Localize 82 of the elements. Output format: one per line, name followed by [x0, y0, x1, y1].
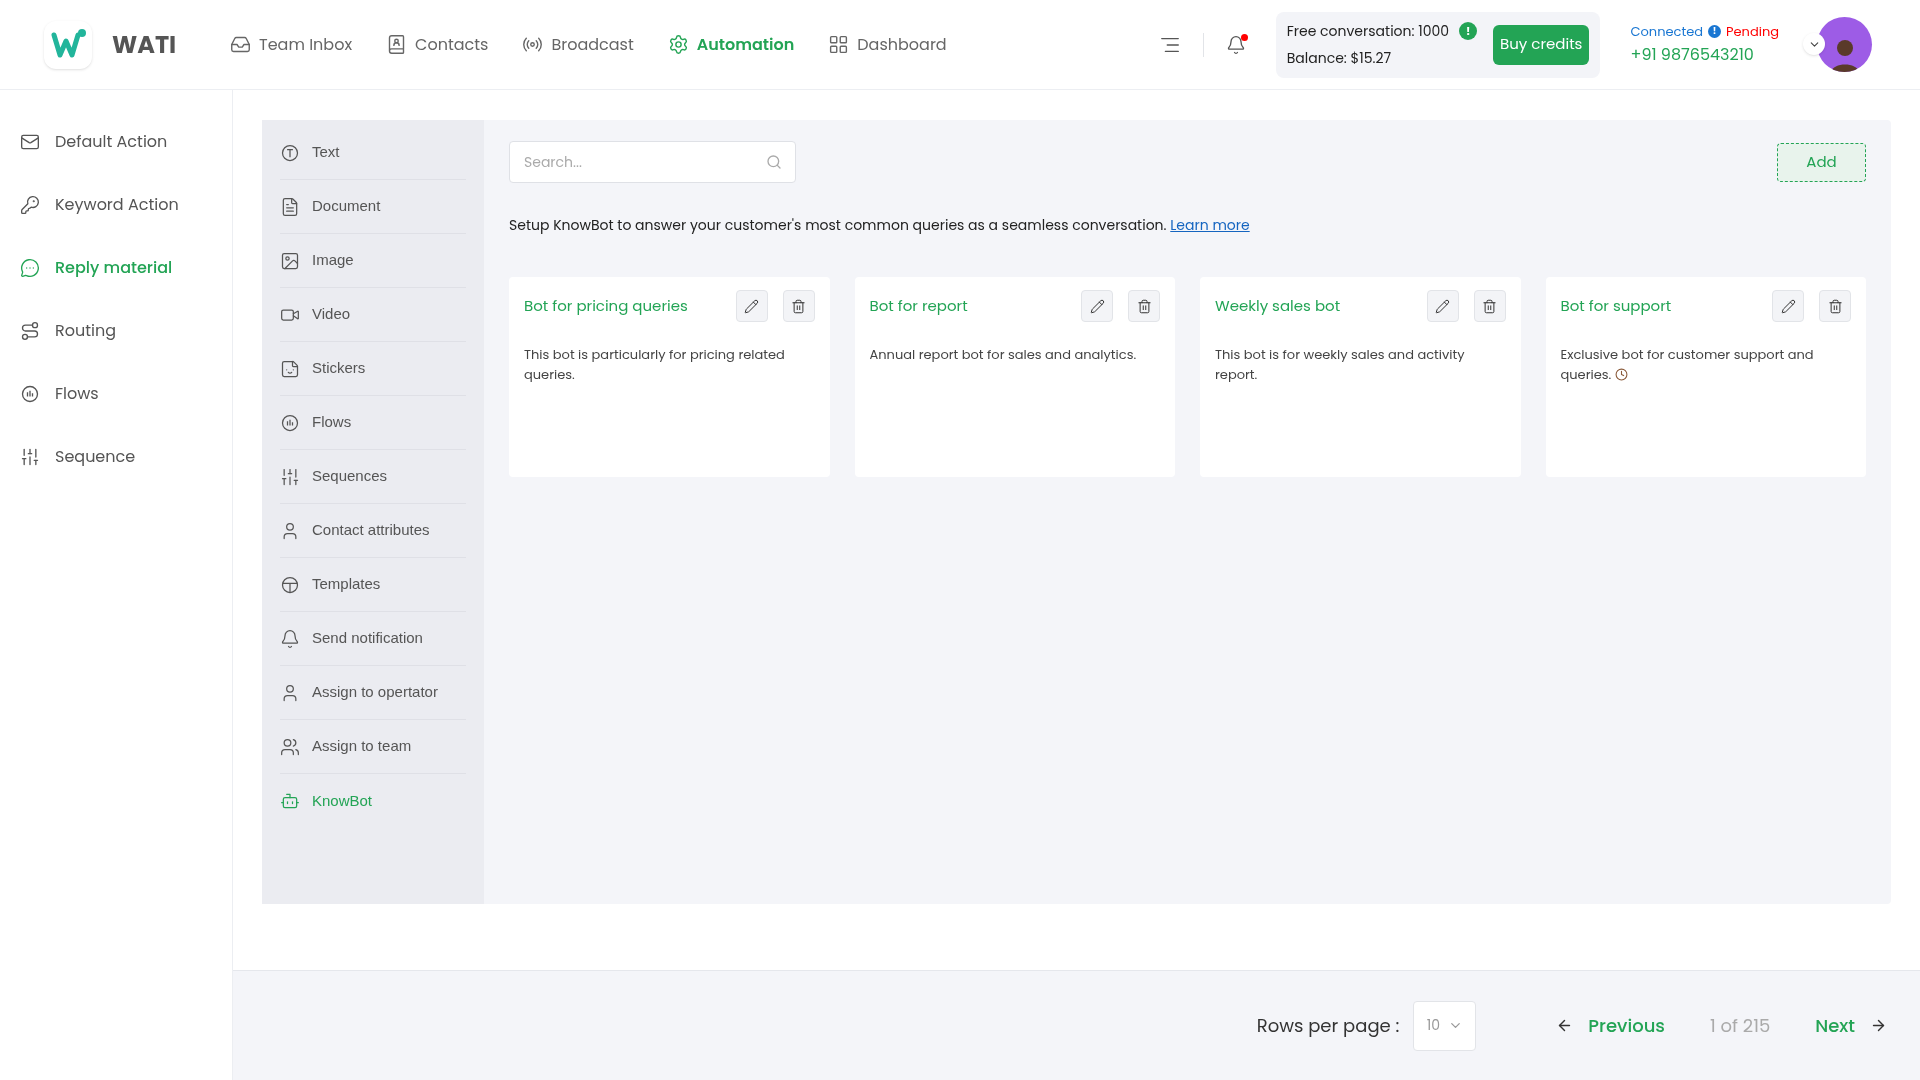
submenu-item[interactable]: Stickers [280, 342, 466, 396]
submenu-item[interactable]: Templates [280, 558, 466, 612]
bot-description: This bot is particularly for pricing related queries. [524, 345, 786, 385]
sidebar-item[interactable]: Flows [0, 362, 232, 425]
page-indicator: 1 of 215 [1710, 1012, 1771, 1039]
submenu-item[interactable]: Image [280, 234, 466, 288]
nav-tab[interactable]: Dashboard [828, 32, 947, 57]
bot-title: Bot for support [1560, 294, 1672, 318]
template-icon [280, 574, 300, 595]
bell-icon [280, 628, 300, 649]
delete-button[interactable] [1473, 290, 1506, 322]
chat-bubble-icon [20, 257, 40, 278]
inbox-icon [230, 34, 251, 55]
avatar[interactable] [1817, 17, 1872, 72]
free-conversation-text: Free conversation: 1000 [1286, 20, 1450, 42]
gear-icon [667, 34, 689, 55]
connection-status: Connected [1630, 21, 1703, 42]
submenu-item[interactable]: Sequences [280, 450, 466, 504]
nav-tab[interactable]: Team Inbox [230, 32, 353, 57]
chart-circle-icon [280, 412, 300, 433]
nav-tab[interactable]: Broadcast [522, 32, 634, 57]
sidebar-item[interactable]: Sequence [0, 425, 232, 488]
rows-per-page-label: Rows per page : [1256, 1012, 1400, 1039]
edit-button[interactable] [735, 290, 768, 322]
sticker-icon [280, 358, 300, 379]
alert-badge: ! [1459, 22, 1478, 40]
submenu-item[interactable]: Assign to team [280, 720, 466, 774]
text-icon [280, 142, 300, 163]
submenu-item[interactable]: Video [280, 288, 466, 342]
trash-icon [791, 298, 806, 314]
edit-icon [1435, 298, 1450, 314]
bot-description: This bot is for weekly sales and activity report. [1215, 345, 1466, 385]
submenu-item[interactable]: Assign to opertator [280, 666, 466, 720]
trash-icon [1482, 298, 1497, 314]
delete-button[interactable] [1819, 290, 1851, 322]
route-icon [20, 320, 40, 341]
document-icon [280, 196, 300, 217]
info-badge: ! [1708, 25, 1721, 38]
submenu-item[interactable]: Text [280, 126, 466, 180]
delete-button[interactable] [1128, 290, 1160, 322]
bot-icon [280, 791, 300, 811]
logo-icon [44, 20, 92, 69]
bot-description: Exclusive bot for customer support and queries. [1560, 345, 1815, 385]
grid-icon [828, 34, 850, 55]
logo-text: WATI [112, 26, 177, 63]
trash-icon [1136, 298, 1152, 314]
bot-title: Bot for report [869, 294, 968, 318]
sidebar-item[interactable]: Default Action [0, 110, 232, 173]
bot-description: Annual report bot for sales and analytics. [869, 345, 1138, 365]
learn-more-link[interactable]: Learn more [1170, 215, 1250, 235]
phone-number: +91 9876543210 [1630, 43, 1755, 68]
edit-button[interactable] [1426, 290, 1459, 322]
arrow-right-icon [1870, 1017, 1887, 1034]
pending-status: Pending [1726, 21, 1779, 42]
search-field[interactable]: Search... [509, 141, 796, 183]
submenu-item[interactable]: Flows [280, 396, 466, 450]
intro-text: Setup KnowBot to answer your customer's most common queries as a seamless conversation. Learn more [509, 215, 1251, 236]
search-icon [766, 154, 782, 170]
edit-icon [1780, 298, 1796, 314]
image-icon [280, 250, 300, 271]
nav-tab[interactable]: Contacts [386, 32, 489, 57]
delete-button[interactable] [782, 290, 815, 322]
dropdown-toggle[interactable] [1803, 33, 1825, 55]
notification-bell-icon[interactable] [1225, 34, 1246, 55]
sliders-icon [280, 466, 300, 487]
edit-icon [744, 298, 759, 314]
users-icon [280, 736, 300, 757]
chart-circle-icon [20, 383, 40, 404]
bot-title: Weekly sales bot [1215, 294, 1341, 318]
submenu-item[interactable]: Document [280, 180, 466, 234]
balance-text: Balance: $15.27 [1286, 47, 1393, 69]
edit-button[interactable] [1772, 290, 1804, 322]
sliders-icon [20, 446, 40, 467]
bot-title: Bot for pricing queries [524, 294, 688, 318]
submenu-item[interactable]: Contact attributes [280, 504, 466, 558]
trash-icon [1827, 298, 1843, 314]
submenu-item[interactable]: Send notification [280, 612, 466, 666]
sidebar-item[interactable]: Keyword Action [0, 173, 232, 236]
edit-button[interactable] [1081, 290, 1113, 322]
edit-icon [1089, 298, 1105, 314]
sidebar-item[interactable]: Routing [0, 299, 232, 362]
key-icon [20, 194, 40, 215]
